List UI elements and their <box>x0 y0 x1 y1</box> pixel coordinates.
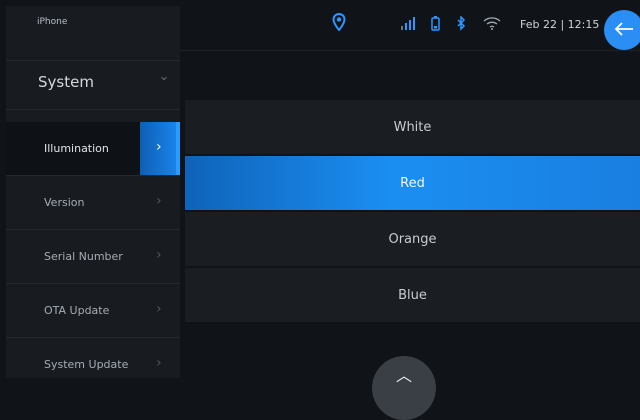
illumination-options: White Red Orange Blue <box>185 100 640 324</box>
section-label: System <box>38 73 94 91</box>
arrow-left-icon <box>614 16 634 41</box>
back-button[interactable] <box>604 10 640 50</box>
sidebar-item-version[interactable]: Version › <box>6 176 180 230</box>
sidebar-item-ota-update[interactable]: OTA Update › <box>6 284 180 338</box>
status-bar: Feb 22 | 12:15 <box>180 6 640 51</box>
sidebar-item-label: Illumination <box>44 142 109 155</box>
battery-icon <box>431 16 440 35</box>
sidebar-item-illumination[interactable]: Illumination › <box>6 122 180 176</box>
section-dropdown[interactable]: System › <box>6 60 180 110</box>
device-label: iPhone <box>37 17 68 27</box>
chevron-right-icon: › <box>156 193 162 209</box>
sidebar-item-label: Serial Number <box>44 250 123 263</box>
option-orange[interactable]: Orange <box>185 212 640 268</box>
sidebar-menu: Illumination › Version › Serial Number ›… <box>6 122 180 391</box>
option-white[interactable]: White <box>185 100 640 156</box>
sidebar-item-serial-number[interactable]: Serial Number › <box>6 230 180 284</box>
sidebar-item-label: OTA Update <box>44 304 110 317</box>
sidebar-item-label: Version <box>44 196 85 209</box>
sidebar: iPhone System › Illumination › Version ›… <box>6 6 180 378</box>
location-pin-icon <box>332 12 346 35</box>
chevron-right-icon: › <box>156 247 162 263</box>
date-time: Feb 22 | 12:15 <box>520 18 600 31</box>
option-red[interactable]: Red <box>185 156 640 212</box>
signal-bars-icon <box>400 16 416 34</box>
home-button[interactable]: ︿ <box>372 356 436 420</box>
chevron-down-icon: › <box>155 75 171 82</box>
option-blue[interactable]: Blue <box>185 268 640 324</box>
sidebar-item-label: System Update <box>44 358 129 371</box>
chevron-right-icon: › <box>156 139 162 155</box>
sidebar-item-system-update[interactable]: System Update › <box>6 338 180 391</box>
chevron-right-icon: › <box>156 301 162 317</box>
chevron-right-icon: › <box>156 355 162 371</box>
wifi-icon <box>483 16 501 34</box>
chevron-up-icon: ︿ <box>395 366 412 385</box>
bluetooth-icon <box>456 15 466 35</box>
